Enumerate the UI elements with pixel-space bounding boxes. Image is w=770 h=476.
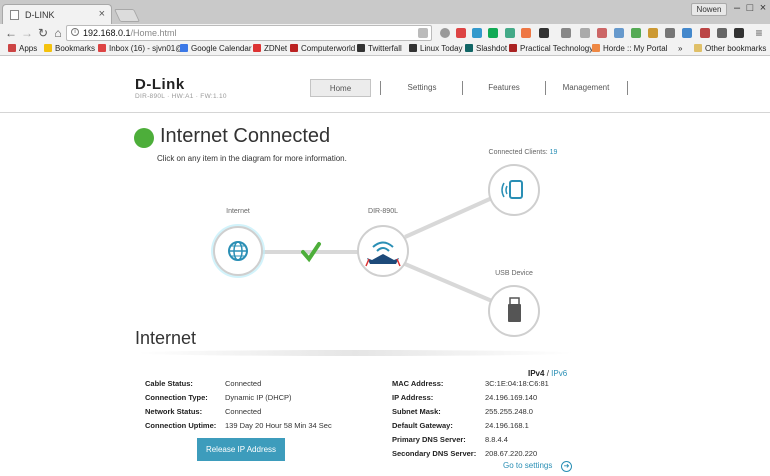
usb-device-node[interactable] xyxy=(488,285,540,337)
default-gateway-label: Default Gateway: xyxy=(392,421,453,430)
subnet-mask-value: 255.255.248.0 xyxy=(485,407,533,416)
primary-dns-value: 8.8.4.4 xyxy=(485,435,508,444)
router-node[interactable] xyxy=(357,225,409,277)
subnet-mask-label: Subnet Mask: xyxy=(392,407,441,416)
section-divider xyxy=(135,350,575,356)
clients-label-text: Connected Clients: xyxy=(488,149,548,156)
ip-address-label: IP Address: xyxy=(392,393,434,402)
usb-node-label: USB Device xyxy=(495,270,533,277)
ip-version-sep: / xyxy=(546,369,549,378)
internet-section-title: Internet xyxy=(135,328,197,348)
release-ip-button[interactable]: Release IP Address xyxy=(197,438,285,461)
clients-count: 19 xyxy=(549,149,558,156)
network-status-value: Connected xyxy=(225,407,262,416)
go-to-settings-link[interactable]: Go to settings xyxy=(503,461,552,470)
router-node-label: DIR-890L xyxy=(368,208,398,215)
default-gateway-value: 24.196.168.1 xyxy=(485,421,529,430)
internet-node[interactable] xyxy=(211,224,265,278)
clients-node-label: Connected Clients: 19 xyxy=(478,149,568,156)
ip-address-value: 24.196.169.140 xyxy=(485,393,538,402)
connected-clients-node[interactable] xyxy=(488,164,540,216)
network-status-label: Network Status: xyxy=(145,407,203,416)
mac-address-value: 3C:1E:04:18:C6:81 xyxy=(485,379,549,388)
network-diagram xyxy=(211,164,540,337)
cable-status-label: Cable Status: xyxy=(145,379,193,388)
connection-type-value: Dynamic IP (DHCP) xyxy=(225,393,292,402)
ipv6-tab[interactable]: IPv6 xyxy=(551,369,567,378)
usb-link-line xyxy=(404,262,493,303)
internet-node-label: Internet xyxy=(226,208,250,215)
clients-link-line xyxy=(404,196,493,239)
mac-address-label: MAC Address: xyxy=(392,379,444,388)
arrow-right-icon[interactable]: ➜ xyxy=(561,461,572,472)
ipv4-tab[interactable]: IPv4 xyxy=(528,369,544,378)
connection-uptime-value: 139 Day 20 Hour 58 Min 34 Sec xyxy=(225,421,332,430)
primary-dns-label: Primary DNS Server: xyxy=(392,435,466,444)
connection-uptime-label: Connection Uptime: xyxy=(145,421,217,430)
secondary-dns-value: 208.67.220.220 xyxy=(485,449,538,458)
ip-version-switch: IPv4 / IPv6 xyxy=(528,369,567,378)
secondary-dns-label: Secondary DNS Server: xyxy=(392,449,477,458)
cable-status-value: Connected xyxy=(225,379,262,388)
connection-type-label: Connection Type: xyxy=(145,393,208,402)
